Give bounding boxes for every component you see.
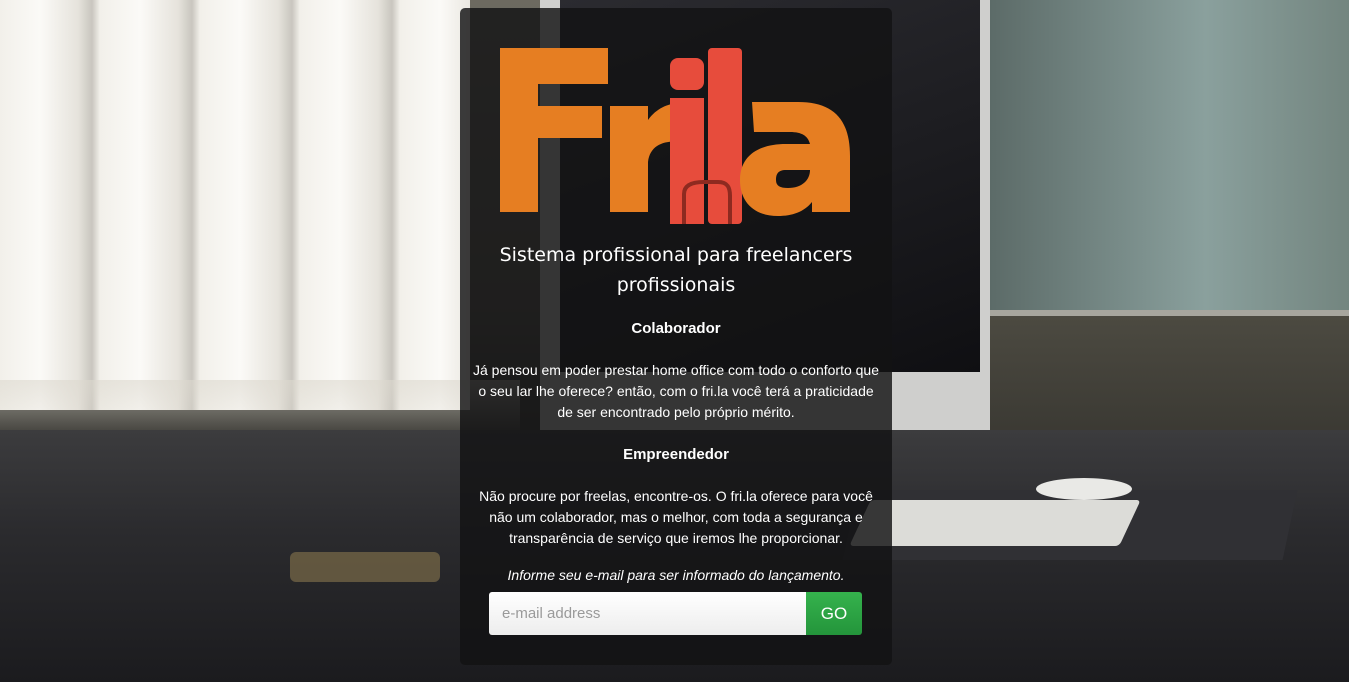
signup-prompt: Informe seu e-mail para ser informado do… (507, 567, 845, 583)
keyboard (849, 500, 1141, 546)
logo-letter-i1 (670, 58, 704, 90)
tagline: Sistema profissional para freelancers pr… (499, 244, 853, 296)
desk-items (290, 552, 440, 582)
mouse (1036, 478, 1132, 500)
signup-panel: Sistema profissional para freelancers pr… (460, 8, 892, 665)
window-blinds (0, 0, 470, 410)
go-button[interactable]: GO (806, 592, 862, 635)
email-input[interactable] (489, 592, 806, 635)
frila-logo-mark (500, 48, 850, 224)
logo-letter-a (740, 102, 850, 216)
section-title-empreendedor: Empreendedor (623, 446, 729, 463)
signup-form: GO (489, 592, 862, 635)
section-text-empreendedor: Não procure por freelas, encontre-os. O … (479, 488, 873, 546)
logo-letter-f (500, 48, 608, 212)
wall-picture (990, 0, 1349, 316)
section-text-colaborador: Já pensou em poder prestar home office c… (473, 362, 879, 420)
logo-letter-l (708, 48, 742, 224)
frila-logo (498, 46, 854, 231)
section-title-colaborador: Colaborador (631, 320, 721, 337)
